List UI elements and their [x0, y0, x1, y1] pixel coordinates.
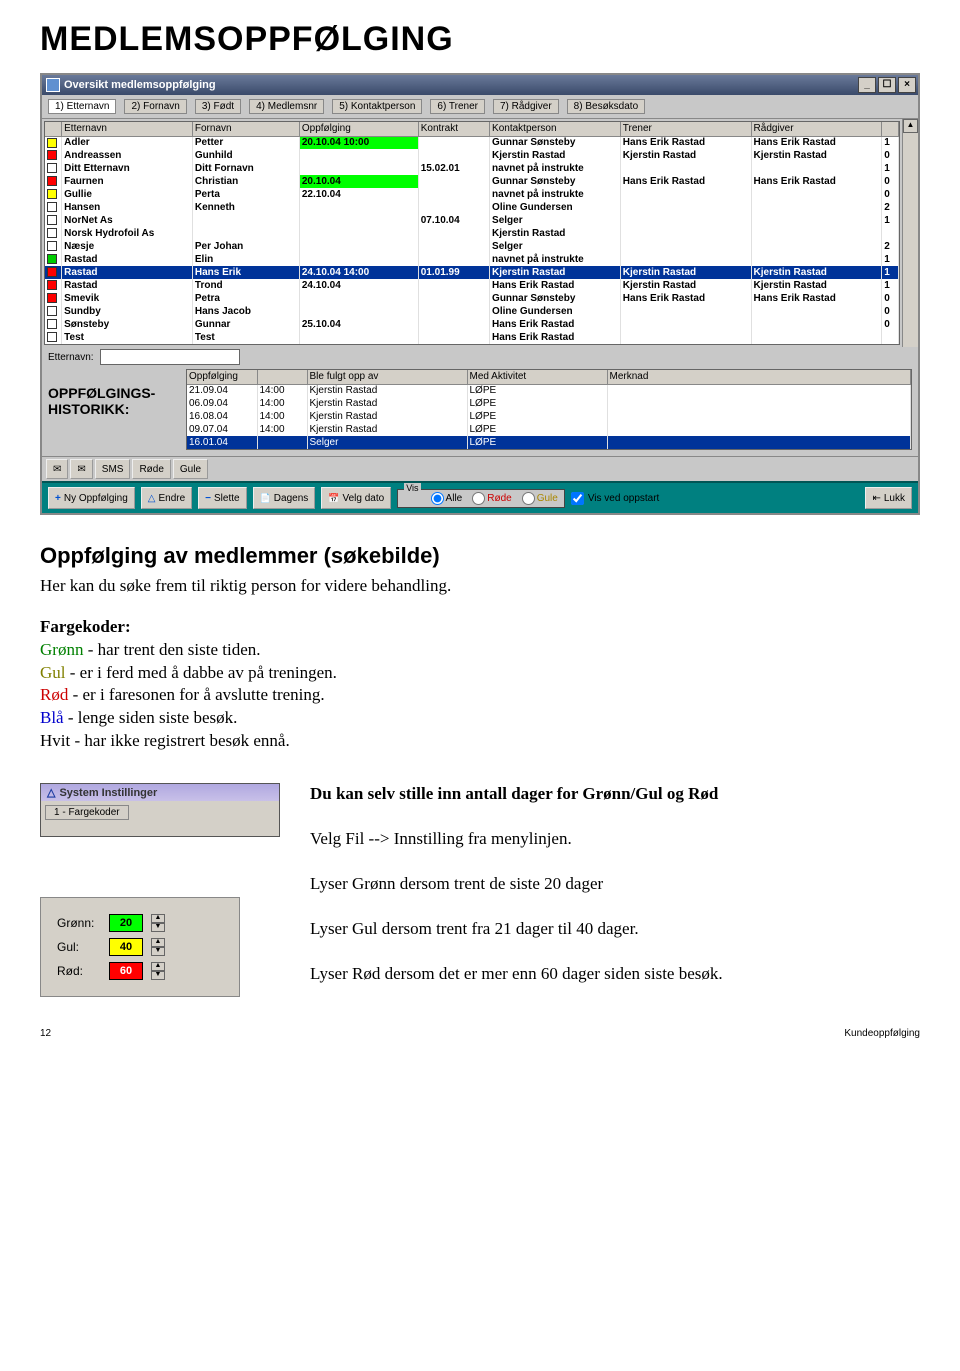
rod-spinner[interactable]: ▲▼	[151, 962, 165, 980]
sort-tab-7[interactable]: 8) Besøksdato	[567, 99, 645, 114]
calendar-icon	[328, 493, 339, 504]
gul-value[interactable]: 40	[109, 938, 143, 956]
vis-legend: Vis	[404, 483, 420, 496]
gule-button[interactable]: Gule	[173, 459, 208, 479]
scrollbar-vertical[interactable]: ▲	[902, 119, 918, 347]
sms-button[interactable]: SMS	[95, 459, 131, 479]
sort-tab-4[interactable]: 5) Kontaktperson	[332, 99, 422, 114]
history-row[interactable]: 09.07.0414:00Kjerstin RastadLØPE	[187, 423, 911, 436]
minus-icon	[205, 493, 211, 504]
radio-gule[interactable]: Gule	[522, 492, 558, 505]
gronn-value[interactable]: 20	[109, 914, 143, 932]
table-row[interactable]: SønstebyGunnar25.10.04Hans Erik Rastad0	[45, 318, 899, 331]
sms-toolbar: SMS Røde Gule	[42, 456, 918, 481]
envelope-icon	[77, 464, 85, 475]
green-rule: Lyser Grønn dersom trent de siste 20 dag…	[310, 873, 920, 896]
settings-tab-fargekoder[interactable]: 1 - Fargekoder	[45, 805, 129, 820]
page-number: 12	[40, 1028, 51, 1039]
new-followup-button[interactable]: Ny Oppfølging	[48, 487, 135, 509]
choose-date-button[interactable]: Velg dato	[321, 487, 391, 509]
settings-help-path: Velg Fil --> Innstilling fra menylinjen.	[310, 828, 920, 851]
write-icon[interactable]	[46, 459, 68, 479]
edit-button[interactable]: Endre	[141, 487, 192, 509]
system-settings-window: System Instillinger 1 - Fargekoder	[40, 783, 280, 837]
members-table[interactable]: EtternavnFornavnOppfølgingKontraktKontak…	[45, 122, 899, 344]
app-icon	[46, 78, 60, 92]
explanation-column: Du kan selv stille inn antall dager for …	[310, 783, 920, 1008]
gul-label: Gul:	[57, 940, 101, 954]
table-row[interactable]: RastadElinnavnet på instrukte1	[45, 253, 899, 266]
yellow-rule: Lyser Gul dersom trent fra 21 dager til …	[310, 918, 920, 941]
table-row[interactable]: SmevikPetraGunnar SønstebyHans Erik Rast…	[45, 292, 899, 305]
gul-spinner[interactable]: ▲▼	[151, 938, 165, 956]
mail-icon[interactable]	[70, 459, 92, 479]
plus-icon	[55, 493, 61, 504]
color-threshold-panel: Grønn: 20 ▲▼ Gul: 40 ▲▼ Rød: 60 ▲▼	[40, 897, 240, 997]
sort-tab-6[interactable]: 7) Rådgiver	[493, 99, 559, 114]
table-row[interactable]: RastadHans Erik24.10.04 14:0001.01.99Kje…	[45, 266, 899, 279]
color-codes-block: Fargekoder: Grønn - har trent den siste …	[40, 616, 920, 754]
document-title: MEDLEMSOPPFØLGING	[40, 20, 920, 59]
exit-icon	[872, 493, 880, 504]
gronn-label: Grønn:	[57, 916, 101, 930]
settings-column: System Instillinger 1 - Fargekoder Grønn…	[40, 783, 280, 1008]
table-row[interactable]: Ditt EtternavnDitt Fornavn15.02.01navnet…	[45, 162, 899, 175]
close-window-button[interactable]: Lukk	[865, 487, 912, 509]
table-row[interactable]: HansenKennethOline Gundersen2	[45, 201, 899, 214]
radio-rode[interactable]: Røde	[472, 492, 511, 505]
history-table: OppfølgingBle fulgt opp avMed AktivitetM…	[187, 370, 911, 449]
section-heading: Oppfølging av medlemmer (søkebilde)	[40, 541, 920, 571]
settings-title: System Instillinger	[59, 787, 157, 799]
rod-value[interactable]: 60	[109, 962, 143, 980]
sort-tab-0[interactable]: 1) Etternavn	[48, 99, 116, 114]
restore-button[interactable]: ☐	[878, 77, 896, 93]
minimize-button[interactable]: _	[858, 77, 876, 93]
etternavn-input[interactable]	[100, 349, 240, 365]
sort-tab-1[interactable]: 2) Fornavn	[124, 99, 186, 114]
table-row[interactable]: SundbyHans JacobOline Gundersen0	[45, 305, 899, 318]
history-row[interactable]: 21.09.0414:00Kjerstin RastadLØPE	[187, 384, 911, 397]
etternavn-label: Etternavn:	[48, 352, 94, 363]
table-row[interactable]: NorNet As07.10.04Selger1	[45, 214, 899, 227]
history-row[interactable]: 16.08.0414:00Kjerstin RastadLØPE	[187, 410, 911, 423]
history-row[interactable]: 16.01.04SelgerLØPE	[187, 436, 911, 449]
sort-tab-2[interactable]: 3) Født	[195, 99, 241, 114]
window-title: Oversikt medlemsoppfølging	[64, 79, 856, 91]
table-row[interactable]: TestTestHans Erik Rastad	[45, 331, 899, 344]
table-row[interactable]: RastadTrond24.10.04Hans Erik RastadKjers…	[45, 279, 899, 292]
app-window: Oversikt medlemsoppfølging _ ☐ × 1) Ette…	[40, 73, 920, 515]
sort-tab-3[interactable]: 4) Medlemsnr	[249, 99, 324, 114]
table-row[interactable]: AdlerPetter20.10.04 10:00Gunnar Sønsteby…	[45, 136, 899, 149]
table-row[interactable]: NæsjePer JohanSelger2	[45, 240, 899, 253]
gronn-spinner[interactable]: ▲▼	[151, 914, 165, 932]
radio-alle[interactable]: Alle	[431, 492, 463, 505]
stack-icon	[260, 493, 271, 504]
table-row[interactable]: FaurnenChristian20.10.04Gunnar SønstebyH…	[45, 175, 899, 188]
table-row[interactable]: AndreassenGunhildKjerstin RastadKjerstin…	[45, 149, 899, 162]
rode-button[interactable]: Røde	[132, 459, 170, 479]
today-button[interactable]: Dagens	[253, 487, 316, 509]
delete-button[interactable]: Slette	[198, 487, 246, 509]
table-row[interactable]: Norsk Hydrofoil AsKjerstin Rastad	[45, 227, 899, 240]
close-button[interactable]: ×	[898, 77, 916, 93]
pencil-icon	[53, 464, 61, 475]
triangle-icon	[148, 493, 156, 504]
settings-icon	[47, 786, 55, 799]
window-titlebar: Oversikt medlemsoppfølging _ ☐ ×	[42, 75, 918, 95]
rod-label: Rød:	[57, 964, 101, 978]
footer-section: Kundeoppfølging	[844, 1028, 920, 1039]
show-on-startup-checkbox[interactable]: Vis ved oppstart	[571, 492, 660, 505]
main-toolbar: Ny Oppfølging Endre Slette Dagens Velg d…	[42, 481, 918, 513]
red-rule: Lyser Rød dersom det er mer enn 60 dager…	[310, 963, 920, 986]
body-paragraph: Her kan du søke frem til riktig person f…	[40, 575, 920, 598]
table-row[interactable]: GulliePerta22.10.04navnet på instrukte0	[45, 188, 899, 201]
filter-group: Vis Alle Røde Gule	[397, 489, 565, 508]
sort-tab-bar: 1) Etternavn 2) Fornavn 3) Født 4) Medlemsn…	[42, 95, 918, 119]
history-label: OPPFØLGINGS-HISTORIKK:	[48, 369, 178, 417]
sort-tab-5[interactable]: 6) Trener	[430, 99, 485, 114]
settings-help-heading: Du kan selv stille inn antall dager for …	[310, 784, 718, 803]
history-row[interactable]: 06.09.0414:00Kjerstin RastadLØPE	[187, 397, 911, 410]
